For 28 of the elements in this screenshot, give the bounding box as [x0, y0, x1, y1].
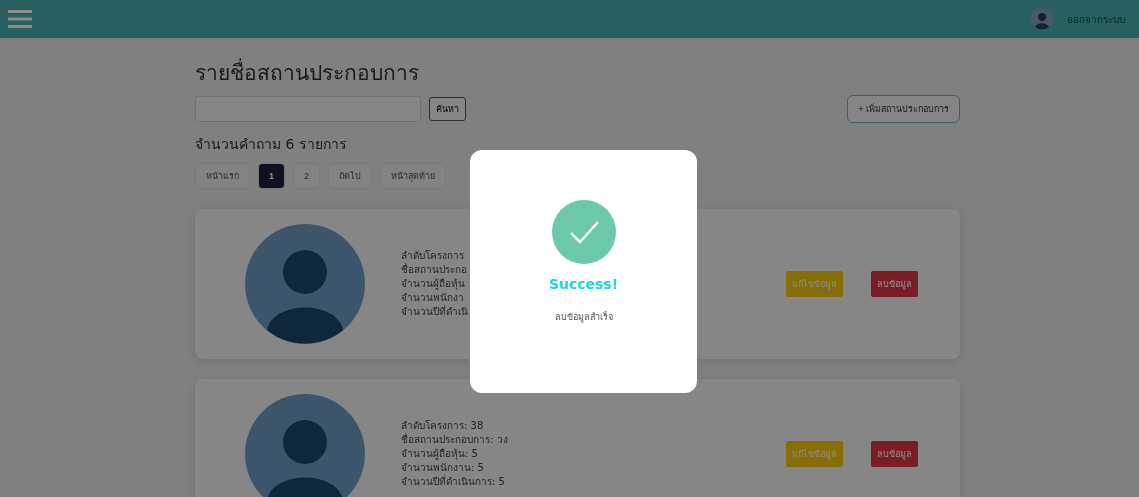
- dialog-message: ลบข้อมูลสำเร็จ: [554, 310, 613, 324]
- pagination-button[interactable]: ถัดไป: [328, 163, 373, 189]
- menu-icon[interactable]: [8, 9, 32, 29]
- search-button[interactable]: ค้นหา: [429, 97, 466, 121]
- business-detail: จำนวนผู้ถือหุ้น: [401, 277, 465, 291]
- result-count: จำนวนคำถาม 6 รายการ: [195, 135, 348, 154]
- user-avatar-icon[interactable]: [1031, 8, 1053, 30]
- pagination-button[interactable]: หน้าแรก: [195, 163, 250, 189]
- pagination-button[interactable]: 1: [258, 163, 285, 189]
- business-detail: ลำดับโครงการ: [401, 249, 464, 262]
- add-business-button[interactable]: + เพิ่มสถานประกอบการ: [847, 95, 960, 123]
- business-detail: ชื่อสถานประกอ: [401, 263, 467, 277]
- business-detail: ลำดับโครงการ: 38: [401, 419, 484, 432]
- delete-button[interactable]: ลบข้อมูล: [871, 441, 918, 467]
- business-detail: จำนวนพนักงา: [401, 291, 464, 304]
- business-detail: ชื่อสถานประกอบการ: วง: [401, 433, 508, 447]
- business-detail: จำนวนปีที่ดำเนินการ: 5: [401, 475, 505, 489]
- page-title: รายชื่อสถานประกอบการ: [195, 56, 960, 89]
- business-detail: จำนวนผู้ถือหุ้น: 5: [401, 447, 478, 461]
- dialog-title: Success!: [548, 276, 619, 292]
- avatar-silhouette-icon: [245, 394, 365, 497]
- delete-button[interactable]: ลบข้อมูล: [871, 271, 918, 297]
- check-icon: [551, 200, 616, 264]
- pagination-button[interactable]: 2: [293, 163, 321, 189]
- business-detail: จำนวนพนักงาน: 5: [401, 461, 484, 474]
- avatar-silhouette-icon: [245, 224, 365, 344]
- pagination-button[interactable]: หน้าสุดท้าย: [380, 163, 447, 189]
- business-detail: จำนวนปีที่ดำเนิ: [401, 305, 468, 319]
